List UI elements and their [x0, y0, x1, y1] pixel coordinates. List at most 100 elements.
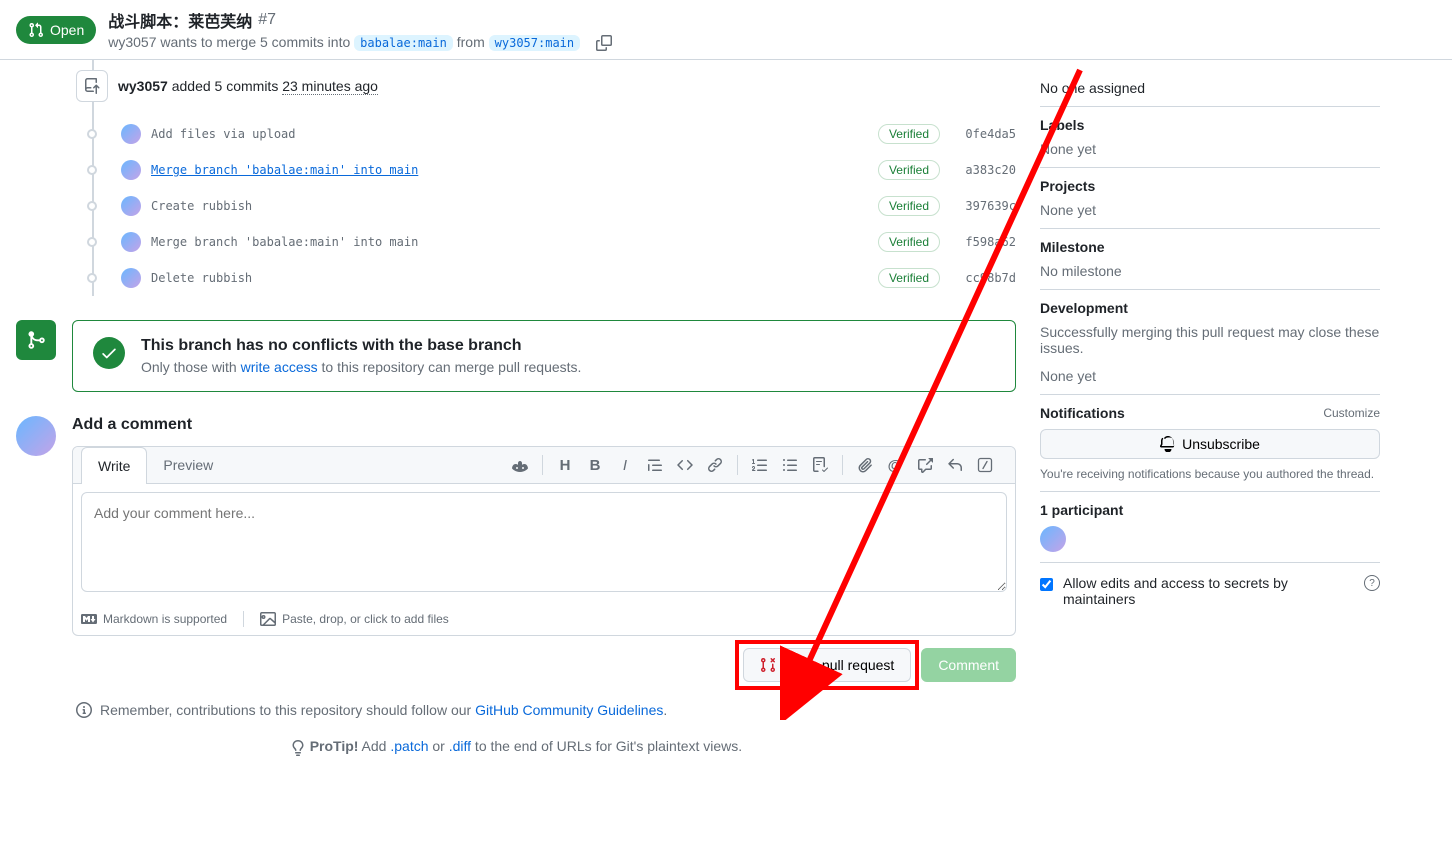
commit-sha[interactable]: cc98b7d — [956, 271, 1016, 285]
main-content: wy3057 added 5 commits 23 minutes ago Ad… — [16, 60, 1016, 775]
sidebar-development: Development Successfully merging this pu… — [1040, 290, 1380, 395]
slash-commands-icon[interactable] — [971, 451, 999, 479]
guidelines-link[interactable]: GitHub Community Guidelines — [475, 702, 663, 718]
copy-icon[interactable] — [596, 35, 612, 51]
merge-description: Only those with write access to this rep… — [141, 359, 581, 375]
unsubscribe-button[interactable]: Unsubscribe — [1040, 429, 1380, 459]
patch-link[interactable]: .patch — [390, 738, 428, 754]
user-avatar[interactable] — [16, 416, 56, 456]
push-author[interactable]: wy3057 — [118, 78, 168, 94]
ordered-list-icon[interactable] — [746, 451, 774, 479]
verified-badge[interactable]: Verified — [878, 268, 940, 288]
sidebar-participants: 1 participant — [1040, 492, 1380, 563]
sidebar-labels: Labels None yet — [1040, 107, 1380, 168]
diff-link[interactable]: .diff — [449, 738, 471, 754]
commit-dot — [87, 201, 97, 211]
verified-badge[interactable]: Verified — [878, 160, 940, 180]
comment-tabs: Write Preview H B I — [73, 447, 1015, 484]
sidebar-milestone: Milestone No milestone — [1040, 229, 1380, 290]
commit-row: Add files via upload Verified 0fe4da5 — [76, 116, 1016, 152]
state-badge-open: Open — [16, 16, 96, 44]
commit-author-avatar[interactable] — [121, 196, 141, 216]
copilot-icon[interactable] — [506, 451, 534, 479]
timeline: wy3057 added 5 commits 23 minutes ago Ad… — [76, 60, 1016, 296]
timeline-push-event: wy3057 added 5 commits 23 minutes ago — [76, 70, 1016, 102]
comment-footer: Markdown is supported Paste, drop, or cl… — [73, 603, 1015, 635]
commit-dot — [87, 129, 97, 139]
commit-sha[interactable]: a383c20 — [956, 163, 1016, 177]
quote-icon[interactable] — [641, 451, 669, 479]
tab-write[interactable]: Write — [81, 447, 147, 484]
info-icon — [76, 702, 92, 718]
commit-message[interactable]: Delete rubbish — [151, 271, 878, 285]
git-pull-request-icon — [28, 22, 44, 38]
pr-author[interactable]: wy3057 — [108, 34, 156, 50]
commit-row: Merge branch 'babalae:main' into main Ve… — [76, 152, 1016, 188]
commit-dot — [87, 165, 97, 175]
pr-title: 战斗脚本：莱芭芙纳 — [108, 8, 252, 32]
state-label: Open — [50, 22, 84, 38]
italic-icon[interactable]: I — [611, 451, 639, 480]
mention-icon[interactable]: @ — [881, 451, 909, 480]
commit-sha[interactable]: f598a62 — [956, 235, 1016, 249]
allow-edits-checkbox[interactable] — [1040, 578, 1053, 591]
sidebar: No one assigned Labels None yet Projects… — [1040, 60, 1380, 775]
markdown-supported[interactable]: Markdown is supported — [81, 611, 227, 627]
cross-reference-icon[interactable] — [911, 451, 939, 479]
commit-message[interactable]: Add files via upload — [151, 127, 878, 141]
comment-button[interactable]: Comment — [921, 648, 1016, 682]
commit-row: Create rubbish Verified 397639c — [76, 188, 1016, 224]
new-comment-section: Add a comment Write Preview H B I — [16, 416, 1016, 682]
write-access-link[interactable]: write access — [241, 359, 318, 375]
heading-icon[interactable]: H — [551, 451, 579, 480]
sidebar-notifications: Notifications Customize Unsubscribe You'… — [1040, 395, 1380, 492]
verified-badge[interactable]: Verified — [878, 124, 940, 144]
close-pull-request-button[interactable]: Close pull request — [743, 648, 911, 682]
code-icon[interactable] — [671, 451, 699, 479]
commit-dot — [87, 273, 97, 283]
commit-sha[interactable]: 0fe4da5 — [956, 127, 1016, 141]
comment-actions: Close pull request Comment — [72, 648, 1016, 682]
task-list-icon[interactable] — [806, 451, 834, 479]
commit-message[interactable]: Create rubbish — [151, 199, 878, 213]
commit-author-avatar[interactable] — [121, 160, 141, 180]
head-branch[interactable]: wy3057:main — [489, 35, 580, 51]
base-branch[interactable]: babalae:main — [354, 35, 453, 51]
pr-header: Open 战斗脚本：莱芭芙纳 #7 wy3057 wants to merge … — [0, 0, 1452, 60]
reply-icon[interactable] — [941, 451, 969, 479]
commit-row: Delete rubbish Verified cc98b7d — [76, 260, 1016, 296]
verified-badge[interactable]: Verified — [878, 232, 940, 252]
attach-files[interactable]: Paste, drop, or click to add files — [260, 611, 449, 627]
pr-number: #7 — [258, 11, 276, 29]
comment-heading: Add a comment — [72, 416, 1016, 434]
markdown-icon — [81, 611, 97, 627]
comment-toolbar: H B I @ — [506, 451, 1007, 480]
commit-sha[interactable]: 397639c — [956, 199, 1016, 213]
push-time[interactable]: 23 minutes ago — [282, 78, 378, 95]
image-icon — [260, 611, 276, 627]
mergeability-section: This branch has no conflicts with the ba… — [16, 320, 1016, 392]
commit-list: Add files via upload Verified 0fe4da5 Me… — [76, 116, 1016, 296]
commit-author-avatar[interactable] — [121, 232, 141, 252]
check-circle-icon — [93, 337, 125, 369]
question-icon[interactable]: ? — [1364, 575, 1380, 591]
commit-message[interactable]: Merge branch 'babalae:main' into main — [151, 163, 878, 177]
pro-tip: ProTip! Add .patch or .diff to the end o… — [16, 738, 1016, 775]
customize-link[interactable]: Customize — [1323, 406, 1380, 420]
commit-message[interactable]: Merge branch 'babalae:main' into main — [151, 235, 878, 249]
comment-box: Write Preview H B I — [72, 446, 1016, 636]
tab-preview[interactable]: Preview — [147, 447, 229, 483]
bold-icon[interactable]: B — [581, 451, 609, 480]
commit-row: Merge branch 'babalae:main' into main Ve… — [76, 224, 1016, 260]
merge-title: This branch has no conflicts with the ba… — [141, 337, 581, 355]
commit-author-avatar[interactable] — [121, 124, 141, 144]
participant-avatar[interactable] — [1040, 526, 1066, 552]
link-icon[interactable] — [701, 451, 729, 479]
comment-textarea[interactable] — [81, 492, 1007, 592]
unordered-list-icon[interactable] — [776, 451, 804, 479]
attach-icon[interactable] — [851, 451, 879, 479]
verified-badge[interactable]: Verified — [878, 196, 940, 216]
commit-author-avatar[interactable] — [121, 268, 141, 288]
pr-meta: wy3057 wants to merge 5 commits into bab… — [108, 34, 611, 51]
sidebar-assignees: No one assigned — [1040, 70, 1380, 107]
